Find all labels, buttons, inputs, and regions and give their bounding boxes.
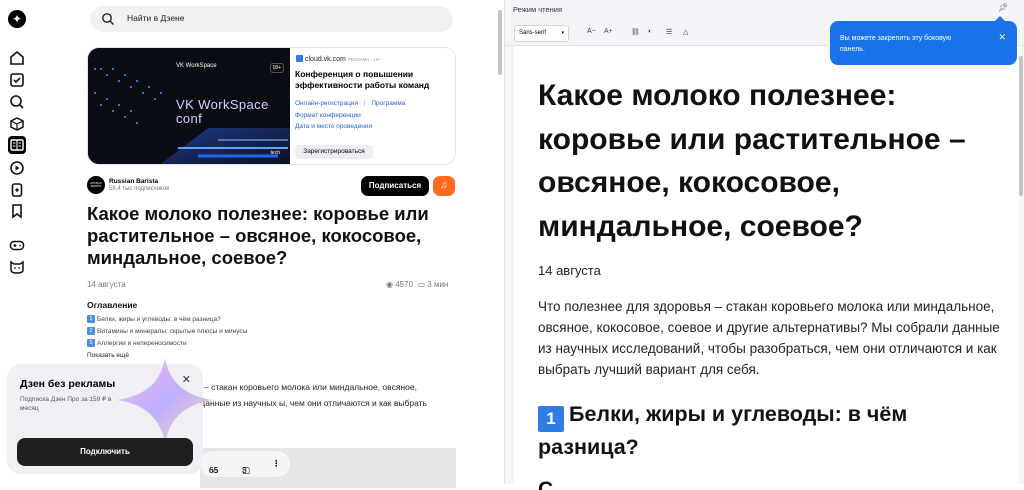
notify-button[interactable]: ♫ [433,176,455,196]
ad-link-program[interactable]: Программа [371,100,405,107]
sparkle-icon [117,358,213,444]
dzen-logo-icon[interactable]: ✦ [8,10,26,28]
ad-text: cloud.vk.com РЕКЛАМА · 16+ Конференция о … [295,48,455,164]
ad-link-registration[interactable]: Онлайн-регистрация [295,100,358,107]
search-input[interactable]: Найти в Дзене [127,13,184,23]
article-title: Какое молоко полезнее: коровье или расти… [87,203,429,268]
tooltip-arrow [995,16,1005,21]
list-icon[interactable]: ☰ [666,28,672,36]
reader-title: Какое молоко полезнее: коровье или расти… [538,79,966,243]
article-date: 14 августа [87,280,126,289]
connect-button[interactable]: Подключить [17,438,193,466]
link-icon[interactable]: ⛓︎ [631,28,640,36]
subscribe-button[interactable]: Подписаться [361,176,429,196]
reader-heading: 1 Белки, жиры и углеводы: в чём разница? [538,402,908,459]
reader-content: Какое молоко полезнее: коровье или расти… [514,46,1019,490]
subscriptions-icon[interactable] [8,71,26,89]
pin-icon[interactable]: 📌︎ [998,3,1008,12]
avatar[interactable]: RUSSIAN BARISTA [87,176,105,194]
eye-icon: ◉ [386,280,393,289]
chevron-down-icon: ▾ [561,30,564,36]
ad-title[interactable]: Конференция о повышении эффективности ра… [295,69,453,91]
read-time-icon: ▭ [417,280,426,289]
promo-title: Дзен без рекламы [20,378,116,390]
article-stats: ◉ 4570 ▭ 3 мин [386,280,448,289]
table-of-contents: Оглавление 1 Белки, жиры и углеводы: в чё… [87,300,347,362]
articles-icon[interactable] [8,136,26,154]
ad-label: РЕКЛАМА · 16+ [347,57,381,62]
kids-icon[interactable] [8,258,26,276]
close-icon[interactable]: ✕ [998,32,1006,43]
ad-domain[interactable]: cloud.vk.com РЕКЛАМА · 16+ [296,55,381,63]
toc-item[interactable]: 3 Аллергии и непереносимости [87,338,347,350]
tooltip-text: Вы можете закрепить эту боковую панель. [840,35,952,53]
search-icon[interactable] [8,93,26,111]
toc-item[interactable]: 2 Витамины и минералы: скрытые плюсы и ми… [87,326,347,338]
ad-image[interactable]: VK WorkSpace 18+ VK WorkSpace conf tech [88,48,290,164]
games-icon[interactable] [8,236,26,254]
cube-icon[interactable] [8,115,26,133]
ad-link-date[interactable]: Дата и место проведения [295,123,372,130]
reading-mode-panel: Режим чтения 📌︎ Sans-serif ▾ A− A+ ⛓︎ ◐ ☰… [505,0,1024,490]
reactions-bar: 👍︎ 65 ▢ 3 ⋮ [200,451,290,477]
home-icon[interactable] [8,49,26,67]
vk-cloud-icon [296,55,303,62]
ad-links: Онлайн-регистрация | Программа Формат ко… [295,100,406,130]
bell-icon: ♫ [440,180,448,191]
ad-image-age-badge: 18+ [269,63,284,73]
close-icon[interactable]: ✕ [182,373,191,386]
read-aloud-icon[interactable]: △ [683,28,688,36]
author-name[interactable]: Russian Barista [109,178,158,185]
promo-subtitle: Подписка Дзен Про за 159 ₽ в месяц [20,396,112,412]
video-icon[interactable] [8,159,26,177]
search-bar[interactable]: Найти в Дзене [90,6,453,32]
author-row: RUSSIAN BARISTA Russian Barista 58,4 тыс… [87,176,457,196]
reader-body: Что полезнее для здоровья – стакан коров… [538,299,1000,377]
ad-image-brand: VK WorkSpace [176,63,217,69]
ad-register-button[interactable]: Зарегистрироваться [295,145,373,159]
ad-card[interactable]: VK WorkSpace 18+ VK WorkSpace conf tech … [87,47,456,165]
shorts-icon[interactable] [8,181,26,199]
ad-image-tech: tech [270,150,280,156]
pin-tooltip: Вы можете закрепить эту боковую панель. … [830,16,1017,65]
ad-link-format[interactable]: Формат конференции [295,112,361,119]
more-icon[interactable]: ⋮ [272,458,281,469]
palette-icon[interactable]: ◐ [648,28,652,35]
page-scrollbar[interactable] [496,0,504,484]
bookmark-icon[interactable] [8,202,26,220]
search-icon [102,13,114,25]
author-subscribers: 58,4 тыс подписчиков [109,186,170,192]
no-ads-promo: Дзен без рекламы Подписка Дзен Про за 15… [7,358,213,474]
decrease-font-button[interactable]: A− [587,28,596,35]
reader-next-paragraph: С [538,478,554,490]
reader-date: 14 августа [538,263,601,278]
toc-item[interactable]: 1 Белки, жиры и углеводы: в чём разница? [87,314,347,326]
scrollbar-thumb[interactable] [498,10,502,75]
ad-image-headline: VK WorkSpace conf [176,97,269,126]
views-count: 4570 [395,280,414,289]
panel-title: Режим чтения [513,5,563,14]
read-time: 3 мин [427,280,449,289]
font-select[interactable]: Sans-serif ▾ [514,25,569,42]
reader-scrollbar[interactable] [1019,46,1024,484]
increase-font-button[interactable]: A+ [604,28,613,35]
toc-heading: Оглавление [87,300,138,310]
heading-number: 1 [538,406,564,432]
scrollbar-thumb[interactable] [1019,56,1023,196]
